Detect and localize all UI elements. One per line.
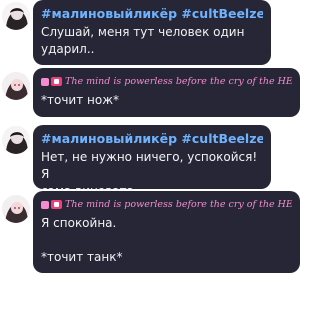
author-label: The mind is powerless before the cry of …: [65, 199, 292, 210]
author-name[interactable]: The mind is powerless before the cry of …: [41, 197, 292, 212]
avatar[interactable]: [2, 195, 30, 223]
message-bubble: The mind is powerless before the cry of …: [33, 68, 300, 117]
author-label: The mind is powerless before the cry of …: [65, 76, 292, 87]
message-text: *точит нож*: [41, 93, 120, 107]
author-name[interactable]: The mind is powerless before the cry of …: [41, 74, 292, 89]
message-text: Слушай, меня тут человек один ударил..: [41, 25, 245, 56]
author-label: #малиновыйликёр #cultBeelzeVia: [41, 131, 263, 146]
message-text: Я спокойна. *точит танк*: [41, 216, 123, 264]
avatar[interactable]: [2, 2, 30, 30]
message-bubble: The mind is powerless before the cry of …: [33, 191, 300, 273]
message-bubble: #малиновыйликёр #cultBeelzeVia Слушай, м…: [33, 0, 271, 65]
author-label: #малиновыйликёр #cultBeelzeVia: [41, 6, 263, 21]
badge-icon: [51, 77, 62, 86]
badge-icon: [51, 200, 62, 209]
hand-icon: [41, 200, 49, 209]
author-name[interactable]: #малиновыйликёр #cultBeelzeVia: [41, 131, 263, 146]
message-bubble: #малиновыйликёр #cultBeelzeVia Нет, не н…: [33, 125, 271, 198]
author-name[interactable]: #малиновыйликёр #cultBeelzeVia: [41, 6, 263, 21]
hand-icon: [41, 77, 49, 86]
avatar[interactable]: [2, 72, 30, 100]
avatar[interactable]: [2, 126, 30, 154]
